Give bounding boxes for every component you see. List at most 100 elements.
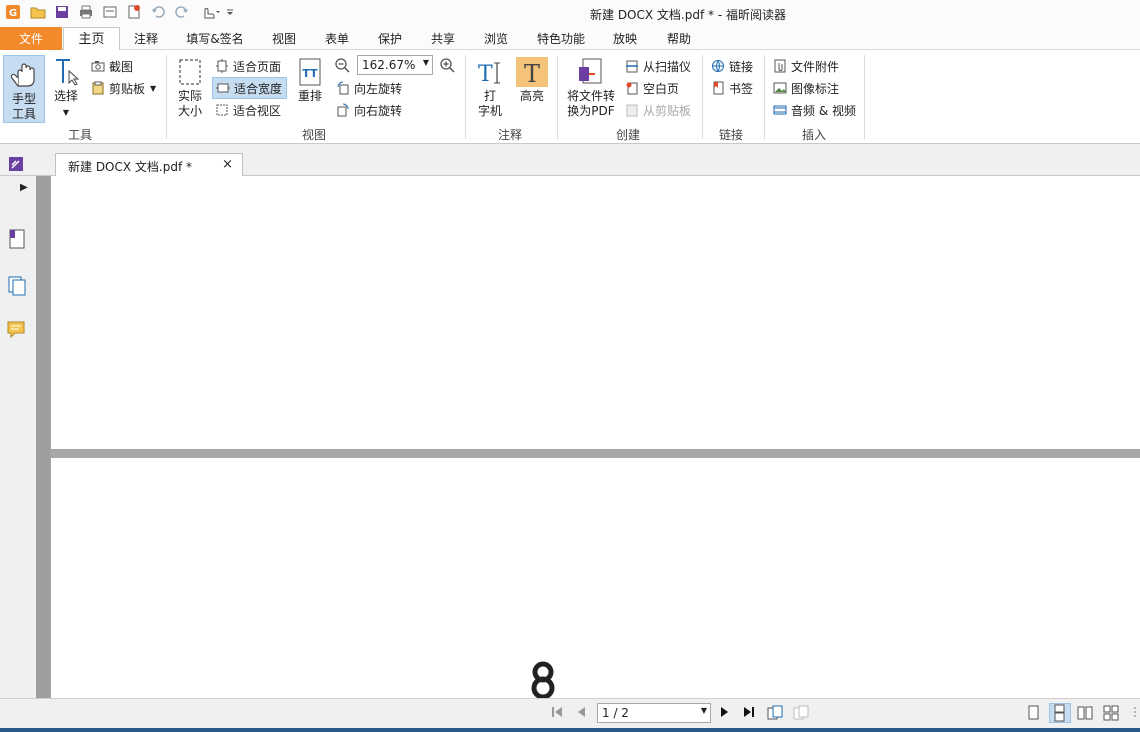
clipboard-button[interactable]: 剪贴板 ▼ [91,78,156,98]
expand-panel-icon[interactable]: ▶ [20,182,28,193]
menu-fill-sign[interactable]: 填写&签名 [180,26,250,50]
app-logo-icon[interactable]: G [4,3,22,21]
reflow-label: 重排 [297,89,322,103]
menu-protect[interactable]: 保护 [371,26,409,50]
fit-visible-button[interactable]: 适合视区 [215,100,281,120]
screenshot-label: 截图 [109,59,134,74]
page-dropdown-icon[interactable]: ▼ [701,706,707,715]
fit-page-button[interactable]: 适合页面 [215,56,281,76]
facing-view-icon[interactable] [1077,705,1093,724]
status-bar-gripper[interactable] [1131,705,1139,724]
page-number-input[interactable]: 1 / 2 ▼ [597,703,711,723]
typewriter-label-2: 字机 [477,104,502,118]
rotate-right-label: 向右旋转 [354,103,403,118]
menu-comment[interactable]: 注释 [127,26,165,50]
from-scanner-button[interactable]: 从扫描仪 [625,56,691,76]
menu-help[interactable]: 帮助 [660,26,698,50]
properties-icon[interactable] [101,3,119,21]
clipboard-dropdown-icon[interactable]: ▼ [150,84,156,93]
hand-tool-label-2: 工具 [11,107,36,121]
rotate-left-button[interactable]: 向左旋转 [336,78,402,98]
menu-features[interactable]: 特色功能 [530,26,592,50]
menu-file[interactable]: 文件 [0,27,62,50]
screenshot-button[interactable]: 截图 [91,56,133,76]
menu-view[interactable]: 视图 [265,26,303,50]
clipboard-label: 剪贴板 [109,81,146,96]
menu-share[interactable]: 共享 [424,26,462,50]
document-tab[interactable]: 新建 DOCX 文档.pdf * × [55,153,243,176]
next-view-icon[interactable] [793,705,809,724]
zoom-select[interactable]: 162.67% ▼ [357,55,433,75]
zoom-out-icon[interactable] [333,56,351,74]
convert-label-2: 换为PDF [567,104,615,118]
previous-view-icon[interactable] [767,705,783,724]
from-scanner-label: 从扫描仪 [643,59,692,74]
open-folder-icon[interactable] [29,3,47,21]
scanner-icon [625,59,639,73]
reflow-button[interactable]: TT 重排 [293,57,327,104]
rotate-right-icon [336,103,350,117]
convert-pdf-icon [579,58,602,84]
ribbon-separator [764,55,765,139]
link-icon [711,59,725,73]
from-clipboard-button[interactable]: 从剪贴板 [625,100,691,120]
save-icon[interactable] [53,3,71,21]
hand-tool-button[interactable]: 手型 工具 [3,55,45,123]
actual-size-button[interactable]: 实际 大小 [171,57,209,119]
rotate-right-button[interactable]: 向右旋转 [336,100,402,120]
tools-group-label: 工具 [68,128,93,142]
from-clipboard-label: 从剪贴板 [643,103,692,118]
continuous-facing-view-icon[interactable] [1103,705,1119,724]
select-text-icon [56,59,80,86]
annotate-group-label: 注释 [498,128,523,142]
redo-icon[interactable] [173,3,191,21]
image-annotation-button[interactable]: 图像标注 [773,78,839,98]
select-button[interactable]: 选择 ▼ [50,57,82,120]
menu-form[interactable]: 表单 [318,26,356,50]
audio-video-button[interactable]: 音频 & 视频 [773,100,856,120]
file-attachment-button[interactable]: 文件附件 [773,56,839,76]
link-button[interactable]: 链接 [711,56,753,76]
typewriter-icon: T [478,62,500,87]
fit-width-button[interactable]: 适合宽度 [212,77,288,99]
highlight-button[interactable]: T 高亮 [515,57,549,104]
rotate-left-icon [336,81,350,95]
print-icon[interactable] [77,3,95,21]
next-page-icon[interactable] [718,705,732,722]
reflow-icon: TT [299,58,321,86]
document-viewport-background [36,176,50,698]
reader-mode-icon[interactable] [7,155,25,173]
last-page-icon[interactable] [742,705,756,722]
previous-page-icon[interactable] [574,705,588,722]
convert-to-pdf-button[interactable]: 将文件转 换为PDF [563,57,619,119]
blank-page-icon [625,81,639,95]
close-tab-icon[interactable]: × [222,157,233,172]
window-title: 新建 DOCX 文档.pdf * - 福昕阅读器 [590,8,786,22]
image-annotation-label: 图像标注 [791,81,840,96]
customize-toolbar-icon[interactable] [224,3,236,21]
bookmark-button[interactable]: 书签 [711,78,753,98]
view-group-label: 视图 [302,128,327,142]
film-icon [773,103,787,117]
fit-page-label: 适合页面 [233,59,282,74]
menu-home[interactable]: 主页 [63,27,120,51]
blank-page-button[interactable]: 空白页 [625,78,679,98]
hand-icon [10,63,35,87]
menu-browse[interactable]: 浏览 [477,26,515,50]
new-document-icon[interactable] [125,3,143,21]
zoom-in-icon[interactable] [438,56,456,74]
fit-visible-icon [215,103,229,117]
typewriter-button[interactable]: T 打 字机 [473,57,507,119]
menu-slideshow[interactable]: 放映 [606,26,644,50]
single-page-view-icon[interactable] [1025,705,1041,724]
comments-panel-icon[interactable] [7,320,27,345]
touch-mode-icon[interactable] [199,3,221,21]
clipboard-icon [91,81,105,95]
pages-panel-icon[interactable] [7,228,27,253]
link-label: 链接 [729,59,754,74]
undo-icon[interactable] [149,3,167,21]
first-page-icon[interactable] [550,705,564,722]
zoom-dropdown-icon[interactable]: ▼ [423,58,429,67]
layers-panel-icon[interactable] [7,275,27,300]
continuous-view-icon[interactable] [1049,703,1071,723]
